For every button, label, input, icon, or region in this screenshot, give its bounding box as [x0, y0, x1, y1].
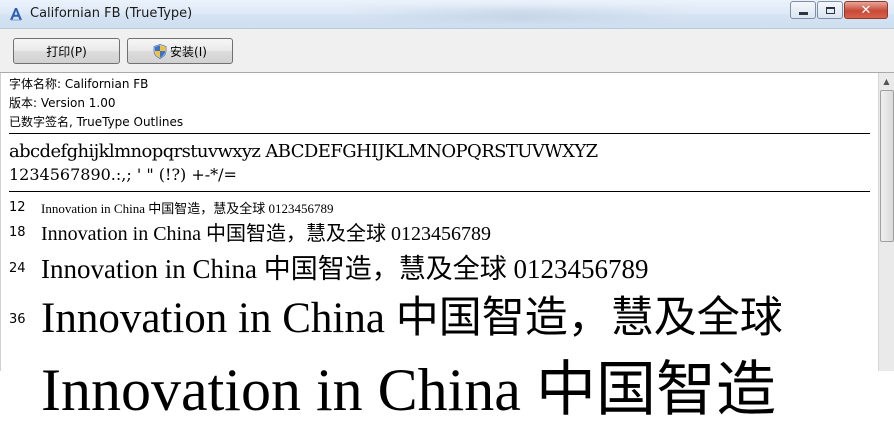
font-preview-pane: 字体名称: Californian FB 版本: Version 1.00 已数…	[0, 73, 880, 423]
sample-size: 24	[9, 261, 26, 276]
font-name: 字体名称: Californian FB	[9, 77, 149, 91]
install-button-label: 安装(I)	[170, 44, 207, 59]
sample-text: Innovation in China 中国智造，慧及全球	[41, 295, 783, 342]
sample-size: 12	[9, 200, 26, 215]
minimize-button[interactable]	[790, 1, 816, 19]
maximize-icon	[825, 6, 835, 14]
install-button[interactable]: 安装(I)	[127, 38, 233, 64]
minimize-icon	[798, 11, 808, 15]
font-icon	[10, 8, 22, 21]
charset-letters: abcdefghijklmnopqrstuvwxyz ABCDEFGHIJKLM…	[9, 141, 598, 162]
sample-text: Innovation in China 中国智造	[41, 357, 776, 423]
sample-text: Innovation in China 中国智造，慧及全球 0123456789	[41, 254, 649, 284]
window-controls: ✕	[789, 1, 888, 19]
divider	[9, 191, 870, 192]
sample-size: 18	[9, 225, 26, 240]
title-bar: Californian FB (TrueType) ✕	[0, 0, 894, 29]
divider	[9, 133, 870, 134]
maximize-button[interactable]	[817, 1, 843, 19]
font-info: 字体名称: Californian FB 版本: Version 1.00 已数…	[9, 75, 183, 132]
sample-text: Innovation in China 中国智造，慧及全球 0123456789	[41, 201, 334, 216]
sample-size: 36	[9, 312, 26, 327]
close-icon: ✕	[860, 2, 872, 18]
scroll-thumb[interactable]	[880, 90, 894, 242]
scroll-up-arrow-icon[interactable]: ▲	[879, 73, 894, 89]
shield-icon	[153, 43, 167, 59]
blurred-region	[350, 8, 690, 22]
vertical-scrollbar[interactable]: ▲	[878, 73, 894, 371]
close-button[interactable]: ✕	[844, 1, 888, 19]
print-button-label: 打印(P)	[46, 44, 87, 59]
font-version: 版本: Version 1.00	[9, 96, 116, 110]
window-title: Californian FB (TrueType)	[30, 6, 193, 21]
toolbar: 打印(P) 安装(I)	[0, 29, 894, 73]
charset-digits: 1234567890.:,; ' " (!?) +-*/=	[9, 165, 237, 184]
sample-text: Innovation in China 中国智造，慧及全球 0123456789	[41, 223, 491, 245]
print-button[interactable]: 打印(P)	[13, 38, 120, 64]
font-signature: 已数字签名, TrueType Outlines	[9, 115, 184, 129]
